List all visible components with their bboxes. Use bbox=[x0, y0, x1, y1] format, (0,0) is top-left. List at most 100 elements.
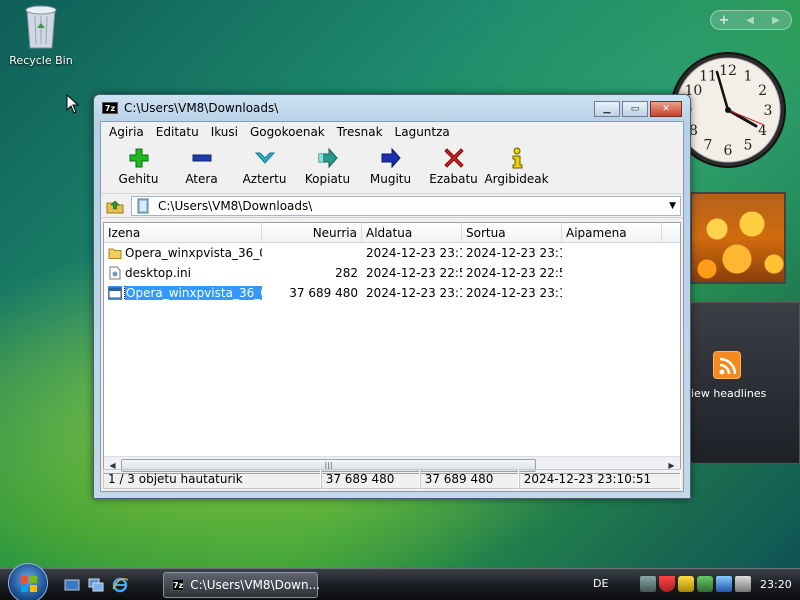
column-header-neurria[interactable]: Neurria bbox=[262, 223, 362, 242]
volume-muted-icon[interactable] bbox=[735, 576, 751, 592]
menu-bar: Agiria Editatu Ikusi Gogokoenak Tresnak Lagun… bbox=[101, 122, 683, 142]
menu-tresnak[interactable]: Tresnak bbox=[331, 125, 389, 139]
file-created-cell: 2024-12-23 22:50 bbox=[466, 266, 562, 280]
file-size-cell: 282 bbox=[335, 266, 358, 280]
clock-number: 5 bbox=[744, 138, 753, 154]
file-name-cell: Opera_winxpvista_36_0_... bbox=[104, 246, 262, 260]
file-name-cell: desktop.ini bbox=[104, 266, 262, 280]
rss-icon bbox=[713, 351, 741, 379]
minimize-icon: ▁ bbox=[603, 104, 611, 114]
tray-arrow-icon[interactable] bbox=[640, 576, 656, 592]
network-icon[interactable] bbox=[716, 576, 732, 592]
switch-windows-icon[interactable] bbox=[88, 577, 104, 593]
clock-number: 6 bbox=[724, 143, 733, 159]
clock-number: 3 bbox=[764, 103, 773, 119]
table-row[interactable]: Opera_winxpvista_36_0_... 2024-12-23 23:1… bbox=[104, 243, 680, 263]
toolbar-button-label: Atera bbox=[185, 172, 218, 186]
feed-headlines-gadget[interactable]: iew headlines bbox=[690, 302, 800, 464]
delete-x-icon bbox=[442, 146, 466, 170]
security-shield-icon[interactable] bbox=[659, 576, 675, 592]
sidebar-next-button[interactable]: ▶ bbox=[763, 15, 789, 26]
file-name: Opera_winxpvista_36_0_... bbox=[123, 286, 262, 300]
file-list-rows: Opera_winxpvista_36_0_... 2024-12-23 23:1… bbox=[104, 243, 680, 303]
copy-arrow-icon bbox=[316, 146, 340, 170]
sidebar-controls: + ◀ ▶ bbox=[710, 10, 792, 30]
system-tray bbox=[640, 576, 754, 592]
folder-up-icon bbox=[106, 200, 124, 213]
file-list: Izena Neurria Aldatua Sortua Aipamena Opera_… bbox=[103, 222, 681, 474]
toolbar-ezabatu-button[interactable]: Ezabatu bbox=[422, 146, 485, 186]
column-header-sortua[interactable]: Sortua bbox=[462, 223, 562, 242]
menu-agiria[interactable]: Agiria bbox=[103, 125, 150, 139]
recycle-bin-shortcut[interactable]: Recycle Bin bbox=[6, 2, 76, 67]
toolbar-argibideak-button[interactable]: Argibideak bbox=[484, 146, 549, 186]
column-header-aldatua[interactable]: Aldatua bbox=[362, 223, 462, 242]
address-bar: C:\Users\VM8\Downloads\ ▼ bbox=[101, 194, 683, 218]
file-modified-cell: 2024-12-23 23:10 bbox=[366, 286, 462, 300]
table-row[interactable]: Opera_winxpvista_36_0_... 37 689 480 2024-… bbox=[104, 283, 680, 303]
update-icon[interactable] bbox=[678, 576, 694, 592]
view-headlines-link[interactable]: iew headlines bbox=[691, 387, 766, 400]
notification-icon[interactable] bbox=[697, 576, 713, 592]
language-indicator[interactable]: DE bbox=[593, 577, 608, 590]
toolbar-kopiatu-button[interactable]: Kopiatu bbox=[296, 146, 359, 186]
toolbar-button-label: Argibideak bbox=[484, 172, 549, 186]
taskbar-window-title: C:\Users\VM8\Down... bbox=[190, 578, 321, 592]
menu-editatu[interactable]: Editatu bbox=[150, 125, 205, 139]
toolbar-aztertu-button[interactable]: Aztertu bbox=[233, 146, 296, 186]
folder-up-button[interactable] bbox=[105, 196, 125, 216]
sidebar-prev-button[interactable]: ◀ bbox=[737, 15, 763, 26]
address-input[interactable]: C:\Users\VM8\Downloads\ ▼ bbox=[131, 195, 681, 216]
window-client: Agiria Editatu Ikusi Gogokoenak Tresnak Lagun… bbox=[100, 121, 684, 492]
menu-laguntza[interactable]: Laguntza bbox=[389, 125, 456, 139]
column-header-aipamena[interactable]: Aipamena bbox=[562, 223, 662, 242]
file-modified-cell: 2024-12-23 23:16 bbox=[366, 246, 462, 260]
file-size-cell: 37 689 480 bbox=[289, 286, 358, 300]
slideshow-gadget[interactable] bbox=[690, 192, 786, 284]
mouse-cursor-icon bbox=[66, 94, 80, 114]
minimize-button[interactable]: ▁ bbox=[594, 101, 620, 117]
info-icon bbox=[505, 146, 529, 170]
file-list-header: Izena Neurria Aldatua Sortua Aipamena bbox=[104, 223, 680, 243]
column-header-izena[interactable]: Izena bbox=[104, 223, 262, 242]
open-folder-icon bbox=[137, 198, 149, 213]
toolbar-gehitu-button[interactable]: Gehitu bbox=[107, 146, 170, 186]
ini-file-icon bbox=[108, 266, 122, 280]
windows-logo-icon bbox=[21, 576, 37, 592]
close-icon: ✕ bbox=[662, 104, 670, 114]
taskbar-app-icon: 7z bbox=[172, 579, 185, 591]
internet-explorer-icon[interactable] bbox=[112, 577, 128, 593]
file-name: desktop.ini bbox=[125, 266, 191, 280]
taskbar-window-button[interactable]: 7z C:\Users\VM8\Down... bbox=[163, 572, 321, 598]
show-desktop-icon[interactable] bbox=[64, 577, 80, 593]
add-gadget-button[interactable]: + bbox=[711, 13, 737, 28]
address-path: C:\Users\VM8\Downloads\ bbox=[158, 198, 313, 213]
start-button[interactable] bbox=[8, 563, 48, 600]
move-arrow-icon bbox=[379, 146, 403, 170]
maximize-button[interactable]: ▭ bbox=[622, 101, 648, 117]
toolbar: Gehitu Atera Aztertu Kopiatu Mugitu Ezabatu Ar… bbox=[101, 142, 683, 194]
menu-gogokoenak[interactable]: Gogokoenak bbox=[244, 125, 331, 139]
maximize-icon: ▭ bbox=[630, 104, 640, 114]
toolbar-button-label: Kopiatu bbox=[304, 172, 351, 186]
status-bar: 1 / 3 objetu hautaturik 37 689 480 37 68… bbox=[103, 469, 681, 489]
toolbar-mugitu-button[interactable]: Mugitu bbox=[359, 146, 422, 186]
status-packed-size: 37 689 480 bbox=[419, 469, 519, 489]
plus-icon bbox=[127, 146, 151, 170]
clock-number: 1 bbox=[744, 68, 753, 84]
close-button[interactable]: ✕ bbox=[650, 101, 682, 117]
file-name-cell: Opera_winxpvista_36_0_... bbox=[104, 286, 262, 300]
address-dropdown-icon[interactable]: ▼ bbox=[669, 201, 676, 211]
recycle-bin-icon bbox=[25, 5, 57, 49]
toolbar-atera-button[interactable]: Atera bbox=[170, 146, 233, 186]
folder-icon bbox=[108, 246, 122, 260]
menu-ikusi[interactable]: Ikusi bbox=[205, 125, 244, 139]
toolbar-button-label: Aztertu bbox=[242, 172, 287, 186]
recycle-bin-label: Recycle Bin bbox=[9, 54, 73, 67]
table-row[interactable]: desktop.ini 282 2024-12-23 22:50 2024-12-23… bbox=[104, 263, 680, 283]
file-name: Opera_winxpvista_36_0_... bbox=[125, 246, 262, 260]
window-buttons: ▁ ▭ ✕ bbox=[594, 101, 682, 117]
minus-icon bbox=[190, 146, 214, 170]
clock-time[interactable]: 23:20 bbox=[760, 578, 792, 591]
file-manager-window: 7z C:\Users\VM8\Downloads\ ▁ ▭ ✕ Agiria E… bbox=[93, 94, 691, 499]
